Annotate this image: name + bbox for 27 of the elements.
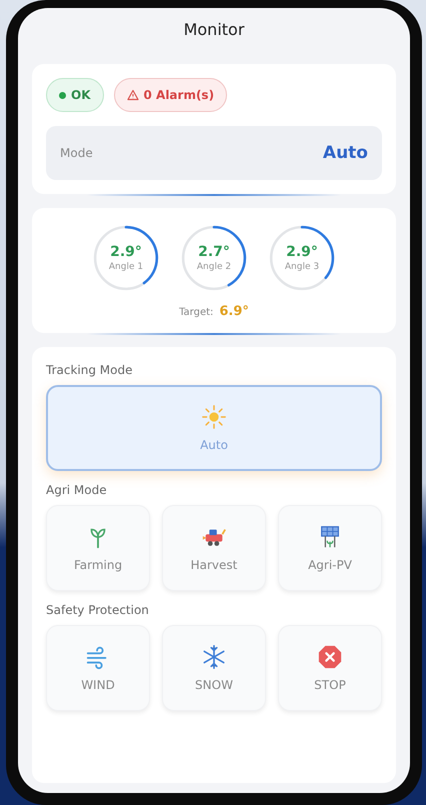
angle-value: 2.7° [198,244,230,260]
angle-value: 2.9° [286,244,318,260]
mode-tile[interactable]: Auto [46,385,382,471]
sun-icon [201,404,227,430]
mode-label: Mode [60,146,93,160]
mode-tile[interactable]: Harvest [162,505,266,591]
alarm-badge: 0 Alarm(s) [114,78,228,112]
angle-label: Angle 2 [196,262,232,272]
ok-status-badge: OK [46,78,104,112]
mode-tile[interactable]: SNOW [162,625,266,711]
angle-label: Angle 3 [284,262,320,272]
mode-tile[interactable]: WIND [46,625,150,711]
target-value: 6.9° [219,304,249,319]
angle-label: Angle 1 [108,262,144,272]
mode-tile[interactable]: Farming [46,505,150,591]
mode-tile[interactable]: STOP [278,625,382,711]
target-label: Target: [179,307,214,318]
mode-value: Auto [322,143,368,163]
angle-value: 2.9° [110,244,142,260]
stop-icon [317,644,343,670]
section-title: Safety Protection [46,603,150,617]
warning-icon [126,89,138,101]
snowflake-icon [201,644,227,670]
section-title: Agri Mode [46,483,108,497]
screen-title: Monitor [182,19,246,41]
mode-tile[interactable]: Agri-PV [278,505,382,591]
section-title: Tracking Mode [46,363,134,377]
